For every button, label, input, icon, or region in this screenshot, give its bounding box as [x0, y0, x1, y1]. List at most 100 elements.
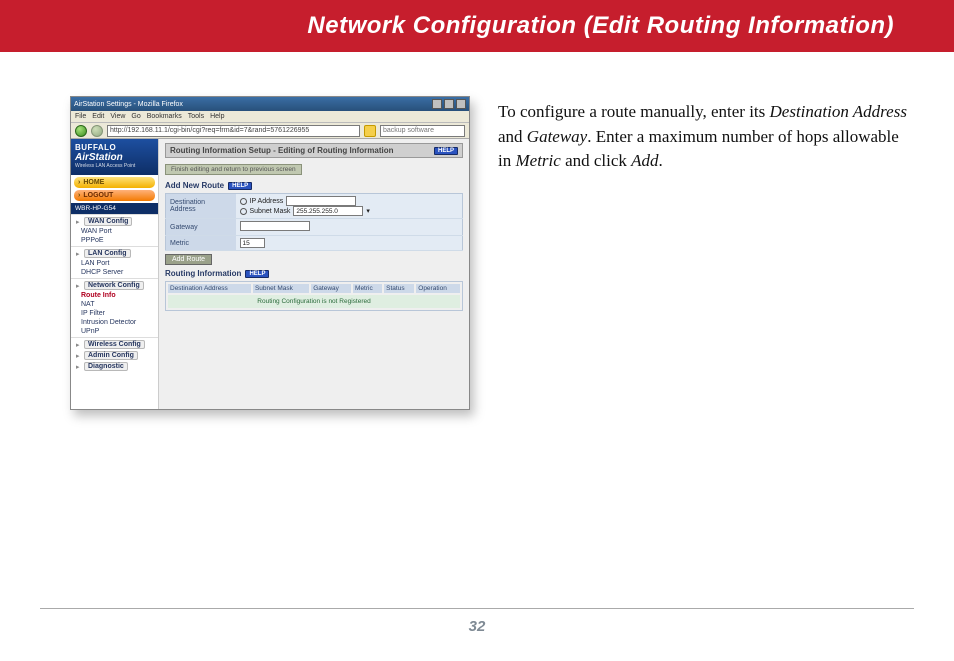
- nav-label: Diagnostic: [84, 362, 128, 371]
- logout-label: LOGOUT: [83, 192, 113, 199]
- radio-ip-label: IP Address: [250, 198, 284, 205]
- nav-label: Admin Config: [84, 351, 138, 360]
- row-metric: Metric 15: [166, 236, 463, 251]
- text-add: Add: [631, 151, 658, 170]
- nav-label: Wireless Config: [84, 340, 145, 349]
- text-metric: Metric: [515, 151, 560, 170]
- text-fragment: and: [498, 127, 527, 146]
- menu-view[interactable]: View: [110, 113, 125, 120]
- add-route-section: Add New Route HELP Destination Address I…: [165, 181, 463, 265]
- nav-upnp[interactable]: UPnP: [71, 327, 158, 336]
- help-button[interactable]: HELP: [434, 147, 458, 155]
- nav-diagnostic[interactable]: ▸Diagnostic: [71, 361, 158, 372]
- input-subnet-mask[interactable]: 255.255.255.0: [293, 206, 363, 216]
- nav-dhcp-server[interactable]: DHCP Server: [71, 268, 158, 277]
- main-panel: Routing Information Setup - Editing of R…: [159, 139, 469, 409]
- chevron-right-icon: ›: [78, 179, 80, 186]
- back-button[interactable]: [75, 125, 87, 137]
- menu-bookmarks[interactable]: Bookmarks: [147, 113, 182, 120]
- nav-label: WAN Config: [84, 217, 132, 226]
- label-metric: Metric: [166, 236, 236, 251]
- empty-message: Routing Configuration is not Registered: [168, 295, 460, 308]
- window-title: AirStation Settings - Mozilla Firefox: [74, 101, 183, 108]
- nav-nat[interactable]: NAT: [71, 300, 158, 309]
- table-header: Destination Address Subnet Mask Gateway …: [168, 284, 460, 293]
- section-title-text: Add New Route: [165, 181, 224, 190]
- col-destination: Destination Address: [168, 284, 251, 293]
- nav-wireless-config[interactable]: ▸Wireless Config: [71, 339, 158, 350]
- menu-edit[interactable]: Edit: [92, 113, 104, 120]
- page-title: Network Configuration (Edit Routing Info…: [307, 12, 894, 40]
- add-route-button[interactable]: Add Route: [165, 254, 212, 265]
- routing-info-table: Destination Address Subnet Mask Gateway …: [165, 281, 463, 311]
- menu-go[interactable]: Go: [131, 113, 140, 120]
- close-button[interactable]: [456, 99, 466, 109]
- col-gateway: Gateway: [311, 284, 351, 293]
- finish-editing-button[interactable]: Finish editing and return to previous sc…: [165, 164, 302, 175]
- menu-file[interactable]: File: [75, 113, 86, 120]
- nav-group-rest: ▸Wireless Config ▸Admin Config ▸Diagnost…: [71, 337, 158, 373]
- nav-route-info[interactable]: Route Info: [71, 291, 158, 300]
- routing-info-title: Routing Information HELP: [165, 269, 463, 278]
- search-field[interactable]: backup software: [380, 125, 465, 137]
- nav-network-config[interactable]: ▸Network Config: [71, 280, 158, 291]
- go-button[interactable]: [364, 125, 376, 137]
- radio-subnet-mask[interactable]: [240, 208, 247, 215]
- nav-admin-config[interactable]: ▸Admin Config: [71, 350, 158, 361]
- expand-icon: ▸: [76, 341, 84, 349]
- product-tag: Wireless LAN Access Point: [75, 163, 154, 169]
- label-destination: Destination Address: [166, 194, 236, 219]
- nav-wan-port[interactable]: WAN Port: [71, 227, 158, 236]
- search-placeholder: backup software: [383, 127, 434, 134]
- input-gateway[interactable]: [240, 221, 310, 231]
- nav-lan-port[interactable]: LAN Port: [71, 259, 158, 268]
- nav-ip-filter[interactable]: IP Filter: [71, 309, 158, 318]
- cell-destination: IP Address Subnet Mask 255.255.255.0 ▾: [236, 194, 463, 219]
- minimize-button[interactable]: [432, 99, 442, 109]
- input-metric[interactable]: 15: [240, 238, 265, 248]
- add-route-title: Add New Route HELP: [165, 181, 463, 190]
- brand-name: BUFFALO: [75, 143, 154, 152]
- text-destination-address: Destination Address: [770, 102, 907, 121]
- breadcrumb: Routing Information Setup - Editing of R…: [165, 143, 463, 158]
- maximize-button[interactable]: [444, 99, 454, 109]
- col-subnet: Subnet Mask: [253, 284, 309, 293]
- menu-tools[interactable]: Tools: [188, 113, 204, 120]
- model-label: WBR-HP-G54: [71, 203, 158, 214]
- dropdown-icon[interactable]: ▾: [366, 207, 370, 215]
- nav-wan-config[interactable]: ▸WAN Config: [71, 216, 158, 227]
- row-destination: Destination Address IP Address Subnet Ma…: [166, 194, 463, 219]
- forward-button[interactable]: [91, 125, 103, 137]
- nav-label: LAN Config: [84, 249, 131, 258]
- url-field[interactable]: http://192.168.11.1/cgi-bin/cgi?req=frm&…: [107, 125, 360, 137]
- menu-help[interactable]: Help: [210, 113, 224, 120]
- section-title-text: Routing Information: [165, 269, 241, 278]
- routing-info-section: Routing Information HELP Destination Add…: [165, 269, 463, 311]
- breadcrumb-text: Routing Information Setup - Editing of R…: [170, 146, 394, 155]
- page-header: Network Configuration (Edit Routing Info…: [0, 0, 954, 52]
- input-ip-address[interactable]: [286, 196, 356, 206]
- nav-lan-config[interactable]: ▸LAN Config: [71, 248, 158, 259]
- nav-intrusion-detector[interactable]: Intrusion Detector: [71, 318, 158, 327]
- radio-ip-address[interactable]: [240, 198, 247, 205]
- help-button[interactable]: HELP: [228, 182, 252, 190]
- browser-menubar: File Edit View Go Bookmarks Tools Help: [71, 111, 469, 123]
- url-text: http://192.168.11.1/cgi-bin/cgi?req=frm&…: [110, 127, 309, 134]
- expand-icon: ▸: [76, 218, 84, 226]
- nav-pppoe[interactable]: PPPoE: [71, 236, 158, 245]
- text-gateway: Gateway: [527, 127, 587, 146]
- col-status: Status: [384, 284, 414, 293]
- nav-group-wan: ▸WAN Config WAN Port PPPoE: [71, 214, 158, 246]
- instructions-text: To configure a route manually, enter its…: [498, 96, 914, 174]
- logout-button[interactable]: ›LOGOUT: [74, 190, 155, 201]
- radio-subnet-label: Subnet Mask: [250, 208, 291, 215]
- add-route-form: Destination Address IP Address Subnet Ma…: [165, 193, 463, 251]
- help-button[interactable]: HELP: [245, 270, 269, 278]
- home-button[interactable]: ›HOME: [74, 177, 155, 188]
- row-gateway: Gateway: [166, 219, 463, 236]
- nav-label: Network Config: [84, 281, 144, 290]
- product-name: AirStation: [75, 152, 154, 163]
- page-number: 32: [0, 618, 954, 635]
- nav-group-network: ▸Network Config Route Info NAT IP Filter…: [71, 278, 158, 337]
- text-fragment: .: [659, 151, 663, 170]
